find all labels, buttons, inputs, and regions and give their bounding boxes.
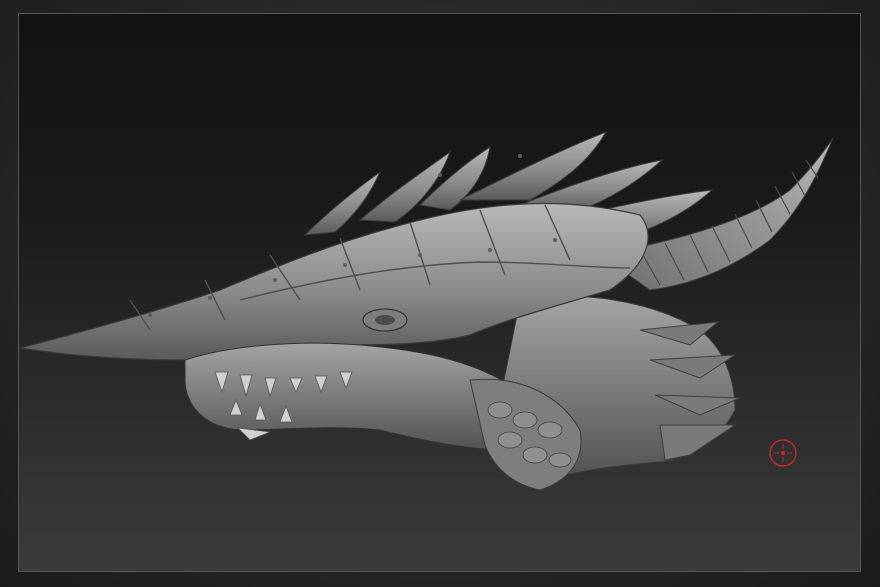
dragon-head-model[interactable] (0, 0, 880, 587)
sculpt-viewport[interactable] (0, 0, 880, 587)
eye-pupil (375, 315, 395, 325)
jaw (184, 342, 524, 451)
pivot-crosshair-icon[interactable] (768, 438, 798, 468)
